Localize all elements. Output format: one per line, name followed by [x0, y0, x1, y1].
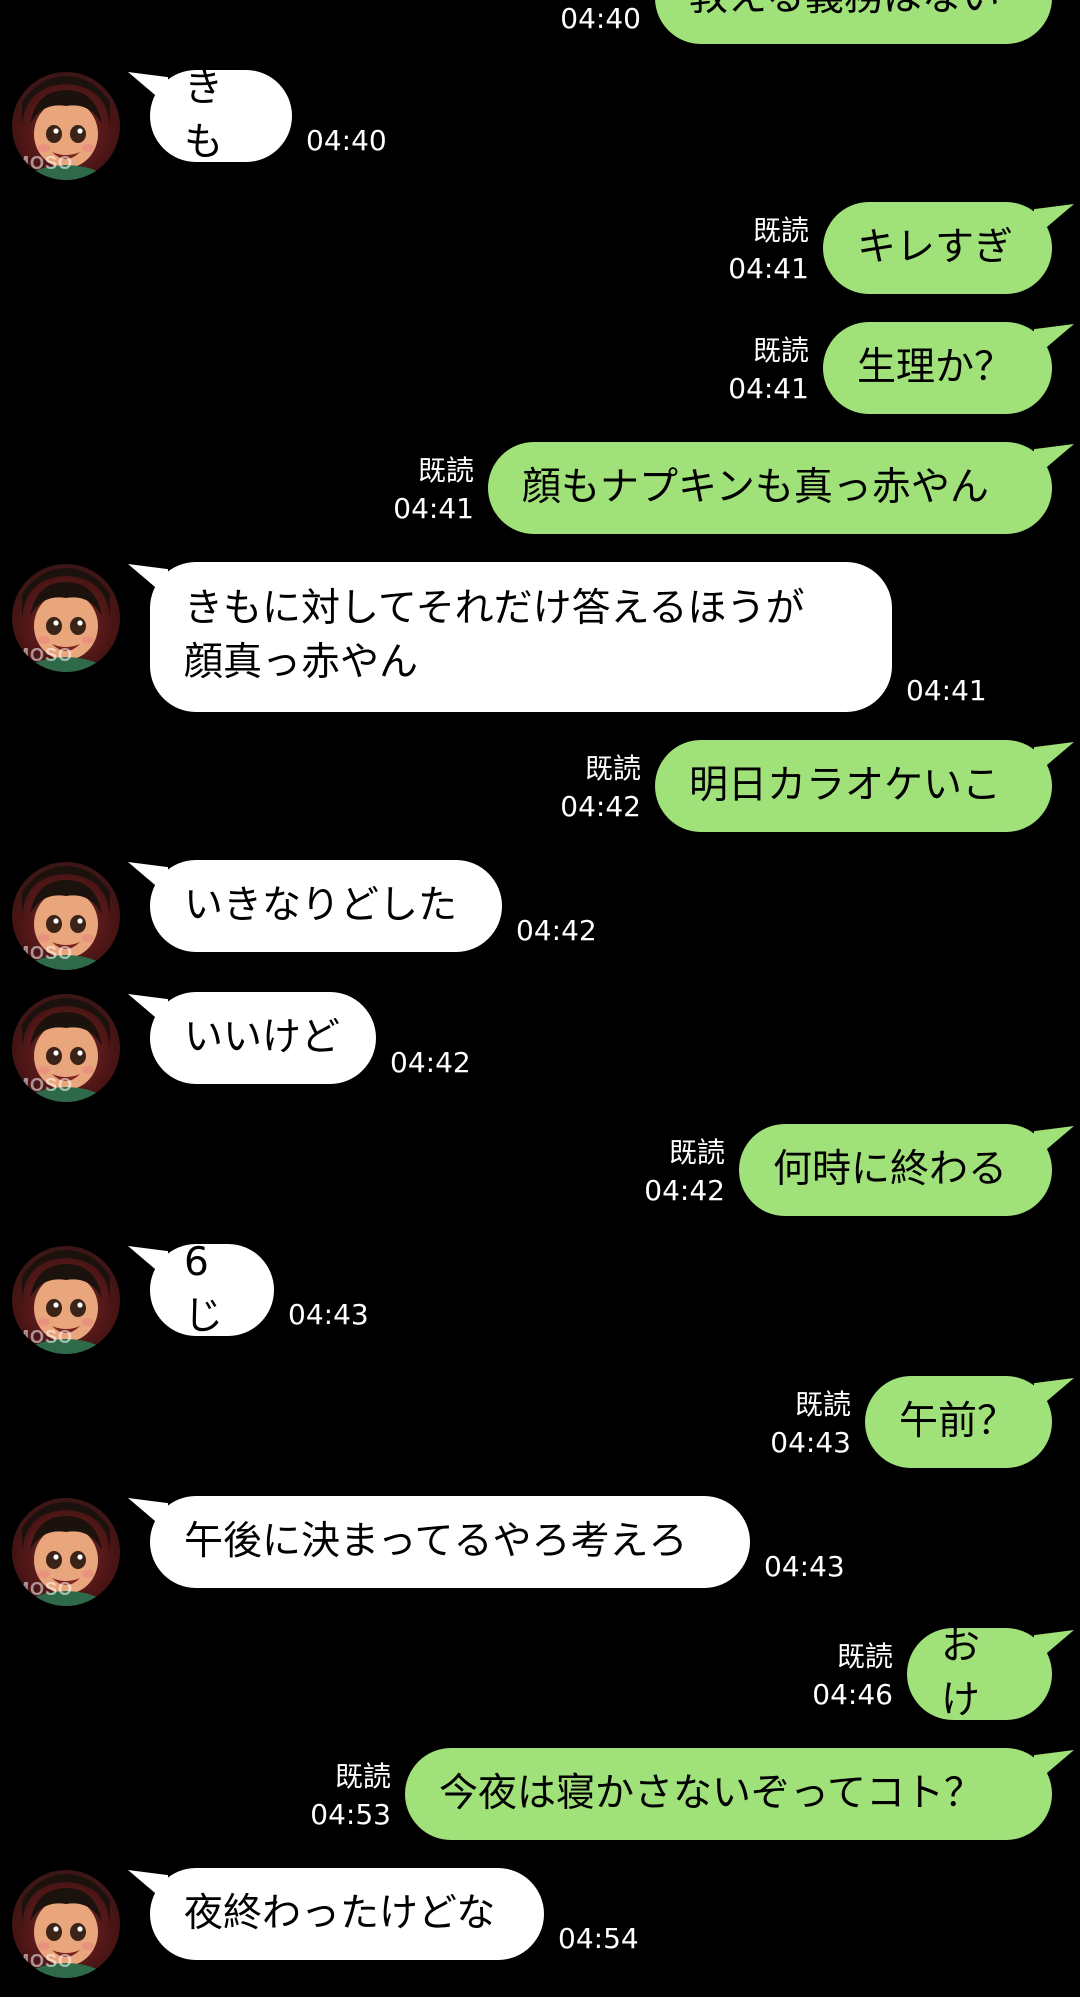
message-text: 教える義務はない — [689, 0, 1000, 25]
message-text: 生理か？ — [857, 345, 1014, 390]
avatar[interactable]: MOSO — [12, 564, 120, 672]
message-text: 何時に終わる — [773, 1147, 1008, 1192]
message-text: 6じ — [184, 1240, 224, 1339]
read-receipt: 既読 — [752, 214, 809, 247]
message-meta: 既読 04:46 — [812, 1638, 893, 1714]
avatar-watermark: MOSO — [14, 153, 74, 173]
message-meta: 既読 04:42 — [644, 1134, 725, 1210]
outgoing-message-bubble[interactable]: 顔もナプキンも真っ赤やん — [488, 442, 1052, 534]
message-text: 午前？ — [899, 1399, 1017, 1444]
avatar-watermark: MOSO — [14, 645, 74, 665]
message-time: 04:43 — [770, 1426, 851, 1459]
message-text: 明日カラオケいこ — [689, 763, 1002, 808]
outgoing-message-bubble[interactable]: 今夜は寝かさないぞってコト？ — [405, 1748, 1052, 1840]
outgoing-message-bubble[interactable]: 教える義務はない — [655, 0, 1052, 44]
message-time: 04:40 — [306, 124, 387, 157]
read-receipt: 既読 — [334, 1760, 391, 1793]
message-time: 04:41 — [393, 492, 474, 525]
message-time: 04:41 — [728, 372, 809, 405]
avatar[interactable]: MOSO — [12, 862, 120, 970]
incoming-message-bubble[interactable]: きもに対してそれだけ答えるほうが 顔真っ赤やん — [150, 562, 892, 712]
read-receipt: 既読 — [668, 1136, 725, 1169]
message-meta: 既読 04:41 — [728, 212, 809, 288]
message-time: 04:42 — [644, 1174, 725, 1207]
message-meta: 04:40 — [560, 0, 641, 38]
message-text: いいけど — [184, 1015, 341, 1060]
message-text: 今夜は寝かさないぞってコト？ — [439, 1771, 984, 1816]
avatar[interactable]: MOSO — [12, 72, 120, 180]
outgoing-message-bubble[interactable]: キレすぎ — [823, 202, 1052, 294]
incoming-message-bubble[interactable]: いいけど — [150, 992, 376, 1084]
message-meta: 既読 04:42 — [560, 750, 641, 826]
outgoing-message-bubble[interactable]: 生理か？ — [823, 322, 1052, 414]
message-meta: 既読 04:43 — [770, 1386, 851, 1462]
outgoing-message-bubble[interactable]: 何時に終わる — [739, 1124, 1052, 1216]
message-meta: 既読 04:41 — [728, 332, 809, 408]
message-time: 04:54 — [558, 1922, 639, 1955]
read-receipt: 既読 — [836, 1640, 893, 1673]
message-time: 04:53 — [310, 1798, 391, 1831]
message-time: 04:40 — [560, 2, 641, 35]
outgoing-message-bubble[interactable]: 明日カラオケいこ — [655, 740, 1052, 832]
message-text: キレすぎ — [857, 225, 1014, 270]
incoming-message-bubble[interactable]: 6じ — [150, 1240, 274, 1339]
message-meta: 既読 04:41 — [393, 452, 474, 528]
read-receipt: 既読 — [417, 454, 474, 487]
incoming-message-bubble[interactable]: 夜終わったけどな — [150, 1868, 544, 1960]
incoming-message-bubble[interactable]: 午後に決まってるやろ考えろ — [150, 1496, 750, 1588]
message-text: 顔もナプキンも真っ赤やん — [522, 465, 989, 510]
message-time: 04:43 — [288, 1298, 369, 1331]
avatar[interactable]: MOSO — [12, 1246, 120, 1354]
bubble-tail — [1034, 204, 1074, 238]
message-text: おけ — [941, 1624, 981, 1723]
message-time: 04:42 — [560, 790, 641, 823]
bubble-tail — [1034, 444, 1074, 478]
incoming-message-bubble[interactable]: きも — [150, 66, 292, 165]
avatar[interactable]: MOSO — [12, 1870, 120, 1978]
message-time: 04:41 — [728, 252, 809, 285]
avatar-watermark: MOSO — [14, 1327, 74, 1347]
read-receipt: 既読 — [794, 1388, 851, 1421]
message-time: 04:43 — [764, 1550, 845, 1583]
message-meta: 既読 04:53 — [310, 1758, 391, 1834]
avatar[interactable]: MOSO — [12, 1498, 120, 1606]
avatar-watermark: MOSO — [14, 1951, 74, 1971]
chat-view[interactable]: 教える義務はない04:40きも MOSO04:40キレすぎ既読04:41生理か？… — [0, 0, 1080, 1997]
outgoing-message-bubble[interactable]: おけ — [907, 1624, 1052, 1723]
avatar-watermark: MOSO — [14, 1579, 74, 1599]
message-time: 04:41 — [906, 674, 987, 707]
message-text: いきなりどした — [184, 883, 458, 928]
message-time: 04:42 — [516, 914, 597, 947]
message-time: 04:46 — [812, 1678, 893, 1711]
message-text: きも — [184, 66, 224, 165]
avatar-watermark: MOSO — [14, 1075, 74, 1095]
message-text: きもに対してそれだけ答えるほうが 顔真っ赤やん — [184, 586, 805, 685]
message-text: 夜終わったけどな — [184, 1891, 496, 1936]
read-receipt: 既読 — [752, 334, 809, 367]
message-text: 午後に決まってるやろ考えろ — [184, 1519, 688, 1564]
avatar-watermark: MOSO — [14, 943, 74, 963]
outgoing-message-bubble[interactable]: 午前？ — [865, 1376, 1052, 1468]
bubble-tail — [1034, 324, 1074, 358]
read-receipt: 既読 — [584, 752, 641, 785]
avatar[interactable]: MOSO — [12, 994, 120, 1102]
message-time: 04:42 — [390, 1046, 471, 1079]
incoming-message-bubble[interactable]: いきなりどした — [150, 860, 502, 952]
